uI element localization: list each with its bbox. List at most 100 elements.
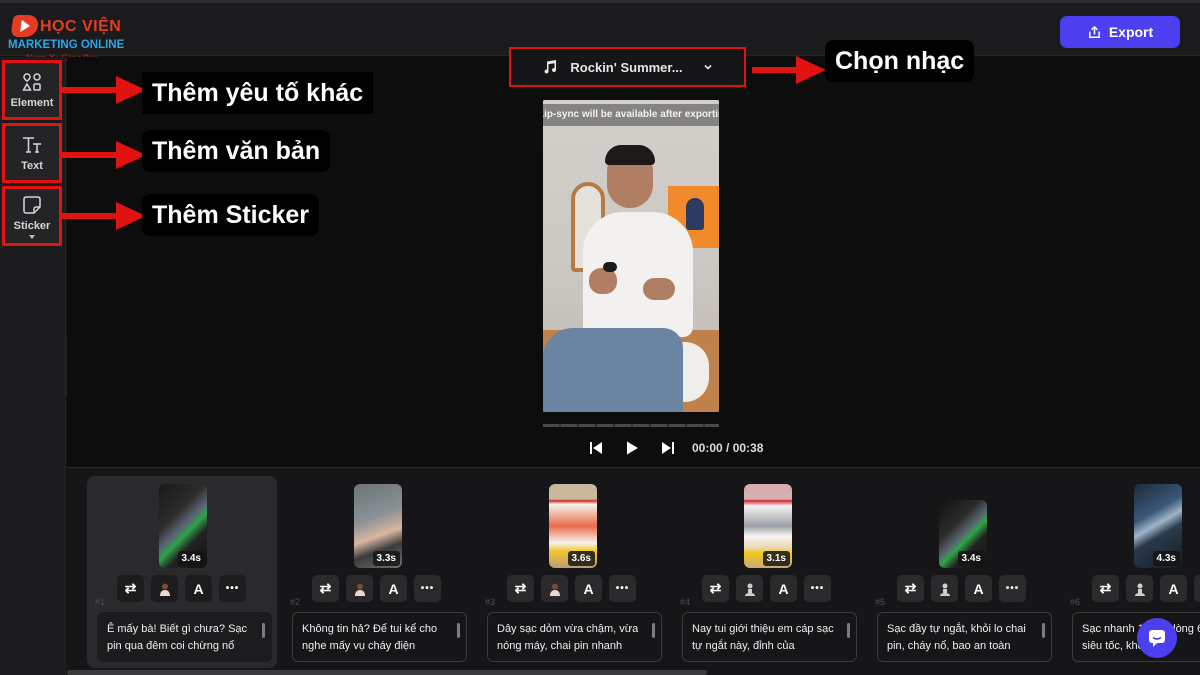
support-chat-button[interactable]: [1137, 618, 1177, 658]
video-preview[interactable]: Lip-sync will be available after exporti…: [543, 100, 719, 412]
avatar-button[interactable]: [151, 575, 178, 602]
avatar-button[interactable]: [541, 575, 568, 602]
scene-card[interactable]: 3.1s ⇄ A ••• #4 Nay tui giới thiệu em cá…: [672, 476, 862, 668]
swap-media-button[interactable]: ⇄: [312, 575, 339, 602]
swap-icon: ⇄: [124, 580, 137, 596]
avatar-button[interactable]: [346, 575, 373, 602]
swap-media-button[interactable]: ⇄: [702, 575, 729, 602]
scene-actions: ⇄ A •••: [1092, 575, 1200, 602]
scene-thumbnail[interactable]: 3.3s: [354, 484, 402, 568]
text-style-icon: A: [583, 580, 594, 597]
skip-back-button[interactable]: [588, 440, 604, 456]
text-style-button[interactable]: A: [575, 575, 602, 602]
text-style-button[interactable]: A: [965, 575, 992, 602]
avatar-button[interactable]: [931, 575, 958, 602]
more-options-button[interactable]: •••: [1194, 575, 1200, 602]
shapes-icon: [22, 73, 41, 91]
chevron-down-icon: [704, 64, 712, 70]
scene-card[interactable]: 4.3s ⇄ A ••• #6 Sạc nhanh 120W dòng 6A, …: [1062, 476, 1200, 668]
scene-card[interactable]: 3.3s ⇄ A ••• #2 Không tin hả? Để tui kể …: [282, 476, 472, 668]
arrow-shaft: [62, 87, 118, 93]
sidebar-item-element[interactable]: Element: [2, 60, 62, 120]
avatar-icon: [1134, 583, 1145, 596]
scene-card[interactable]: 3.6s ⇄ A ••• #3 Dây sạc dỏm vừa chậm, vừ…: [477, 476, 667, 668]
more-options-button[interactable]: •••: [414, 575, 441, 602]
more-options-button[interactable]: •••: [609, 575, 636, 602]
scene-caption-input[interactable]: Sạc đầy tự ngắt, khỏi lo chai pin, cháy …: [877, 612, 1052, 662]
annotation-arrow: [752, 56, 826, 84]
scene-index: #1: [95, 597, 106, 607]
lip-sync-notice: Lip-sync will be available after exporti…: [543, 104, 719, 126]
scene-actions: ⇄ A •••: [897, 575, 1026, 602]
scene-duration: 4.3s: [1152, 551, 1180, 566]
scene-index: #6: [1070, 597, 1081, 607]
skip-forward-button[interactable]: [660, 440, 676, 456]
avatar-button[interactable]: [736, 575, 763, 602]
scene-thumbnail[interactable]: 4.3s: [1134, 484, 1182, 568]
text-icon: [23, 137, 41, 153]
play-logo-icon: [10, 15, 40, 37]
export-label: Export: [1108, 24, 1154, 40]
more-options-button[interactable]: •••: [219, 575, 246, 602]
sidebar-item-text[interactable]: Text: [2, 123, 62, 183]
brand-title: HỌC VIỆN: [40, 18, 122, 35]
text-style-icon: A: [973, 580, 984, 597]
caret-down-icon: [29, 234, 35, 239]
swap-media-button[interactable]: ⇄: [897, 575, 924, 602]
scene-caption-input[interactable]: Ê mấy bà! Biết gì chưa? Sạc pin qua đêm …: [97, 612, 272, 662]
avatar-icon: [939, 583, 950, 596]
avatar-icon: [549, 583, 560, 596]
text-style-button[interactable]: A: [380, 575, 407, 602]
scene-caption-input[interactable]: Dây sạc dỏm vừa chậm, vừa nóng máy, chai…: [487, 612, 662, 662]
more-icon: •••: [810, 583, 825, 594]
arrow-shaft: [62, 213, 118, 219]
text-style-button[interactable]: A: [770, 575, 797, 602]
scene-card[interactable]: 3.4s ⇄ A ••• #5 Sạc đầy tự ngắt, khỏi lo…: [867, 476, 1057, 668]
scene-thumbnail[interactable]: 3.4s: [159, 484, 207, 568]
more-options-button[interactable]: •••: [999, 575, 1026, 602]
arrow-shaft: [62, 152, 118, 158]
sticker-icon: [23, 195, 41, 214]
swap-media-button[interactable]: ⇄: [117, 575, 144, 602]
timeline-scrollbar[interactable]: [67, 670, 707, 675]
scene-actions: ⇄ A •••: [312, 575, 441, 602]
text-style-icon: A: [388, 580, 399, 597]
annotation-arrow: [62, 141, 146, 169]
swap-icon: ⇄: [514, 580, 527, 596]
music-selector[interactable]: Rockin' Summer...: [509, 47, 746, 87]
play-icon: [627, 441, 638, 455]
swap-icon: ⇄: [709, 580, 722, 596]
scene-caption-input[interactable]: Nay tui giới thiệu em cáp sạc tự ngắt nà…: [682, 612, 857, 662]
scene-card[interactable]: 3.4s ⇄ A ••• #1 Ê mấy bà! Biết gì chưa? …: [87, 476, 277, 668]
swap-media-button[interactable]: ⇄: [1092, 575, 1119, 602]
frame-detail: [605, 145, 655, 165]
arrow-shaft: [752, 67, 798, 73]
swap-media-button[interactable]: ⇄: [507, 575, 534, 602]
skip-previous-icon: [590, 442, 602, 454]
avatar-button[interactable]: [1126, 575, 1153, 602]
text-style-button[interactable]: A: [1160, 575, 1187, 602]
scene-thumbnail[interactable]: 3.6s: [549, 484, 597, 568]
video-editor: HỌC VIỆN MARKETING ONLINE Vươn Xa Cùng B…: [0, 0, 1200, 675]
scene-thumbnail[interactable]: 3.1s: [744, 484, 792, 568]
text-style-button[interactable]: A: [185, 575, 212, 602]
more-options-button[interactable]: •••: [804, 575, 831, 602]
annotation-arrow: [62, 76, 146, 104]
scene-thumbnail[interactable]: 3.4s: [939, 500, 987, 568]
text-style-icon: A: [1168, 580, 1179, 597]
scene-duration: 3.4s: [177, 551, 205, 566]
brand-subtitle: MARKETING ONLINE: [8, 39, 125, 51]
sidebar-item-sticker[interactable]: Sticker: [2, 186, 62, 246]
scene-index: #5: [875, 597, 886, 607]
music-title: Rockin' Summer...: [570, 59, 683, 75]
scene-actions: ⇄ A •••: [702, 575, 831, 602]
export-button[interactable]: Export: [1060, 16, 1180, 48]
play-button[interactable]: [624, 440, 640, 456]
avatar-icon: [744, 583, 755, 596]
scene-index: #3: [485, 597, 496, 607]
more-icon: •••: [420, 583, 435, 594]
scene-caption-input[interactable]: Sạc nhanh 120W dòng 6A, siêu tốc, khỏi c…: [1072, 612, 1200, 662]
tool-sidebar: Element Text Sticker: [0, 57, 66, 675]
playback-scrubber[interactable]: [543, 424, 719, 427]
scene-caption-input[interactable]: Không tin hả? Để tui kể cho nghe mấy vụ …: [292, 612, 467, 662]
